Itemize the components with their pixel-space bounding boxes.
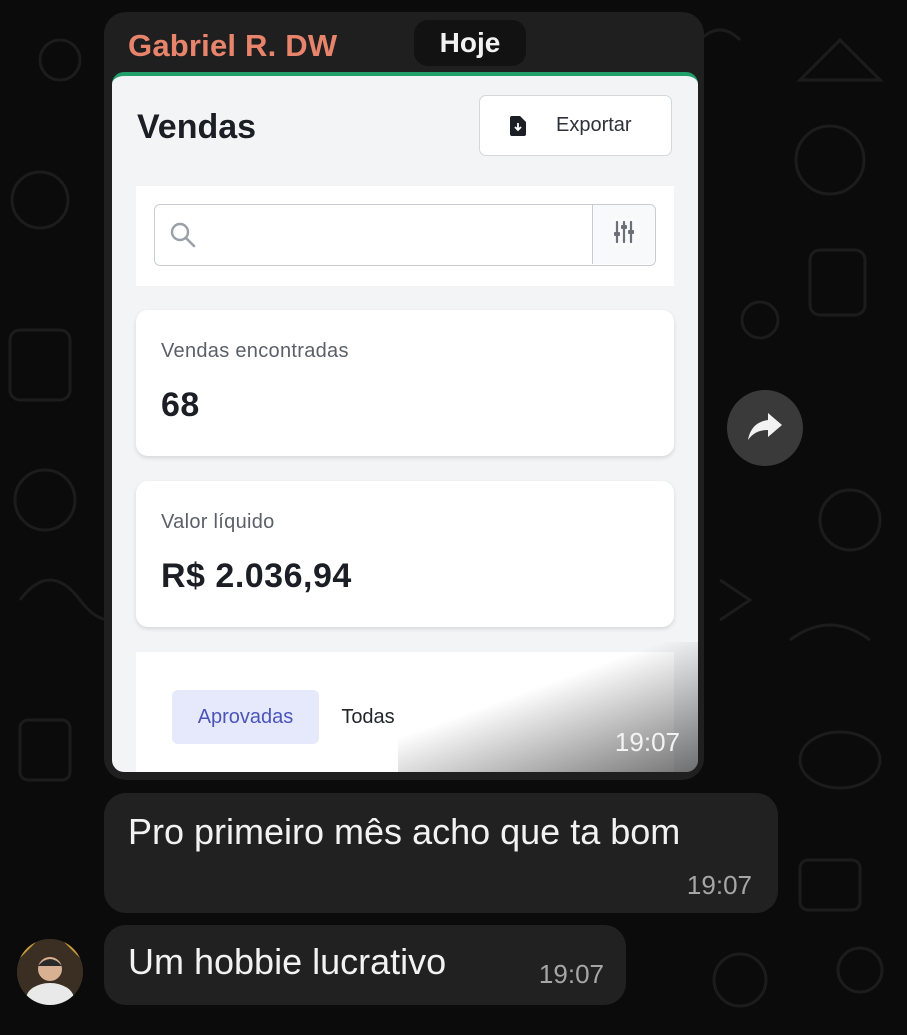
stat-label: Valor líquido bbox=[161, 511, 275, 533]
message-time: 19:07 bbox=[538, 959, 604, 989]
date-label: Hoje bbox=[414, 20, 526, 66]
message-text: Um hobbie lucrativo bbox=[128, 941, 447, 982]
avatar[interactable] bbox=[17, 939, 83, 1005]
filter-button[interactable] bbox=[592, 205, 655, 264]
filter-sliders-icon bbox=[611, 219, 637, 250]
stat-value: R$ 2.036,94 bbox=[161, 557, 352, 595]
forward-button[interactable] bbox=[727, 390, 803, 466]
search-icon bbox=[169, 221, 197, 249]
stat-label: Vendas encontradas bbox=[161, 340, 349, 362]
page-title: Vendas bbox=[137, 108, 257, 146]
message-text: Pro primeiro mês acho que ta bom bbox=[128, 811, 681, 852]
export-button[interactable]: Exportar bbox=[479, 95, 672, 156]
search-box[interactable] bbox=[154, 204, 656, 266]
search-input[interactable] bbox=[207, 215, 591, 257]
tab-all[interactable]: Todas bbox=[328, 690, 408, 744]
stat-card-sales-found: Vendas encontradas 68 bbox=[136, 310, 674, 456]
export-label: Exportar bbox=[556, 114, 632, 136]
search-panel bbox=[136, 186, 674, 286]
forward-arrow-icon bbox=[747, 411, 783, 446]
message-time: 19:07 bbox=[686, 870, 752, 900]
stat-value: 68 bbox=[161, 386, 200, 424]
stat-card-net-value: Valor líquido R$ 2.036,94 bbox=[136, 481, 674, 627]
sender-name[interactable]: Gabriel R. DW bbox=[128, 28, 337, 64]
export-file-icon bbox=[510, 115, 526, 136]
tab-approved[interactable]: Aprovadas bbox=[172, 690, 319, 744]
message-time: 19:07 bbox=[614, 727, 680, 757]
sales-screenshot[interactable]: Vendas Exportar Vendas encontradas 68 Va… bbox=[112, 72, 698, 772]
text-message[interactable]: Pro primeiro mês acho que ta bom 19:07 bbox=[104, 793, 778, 913]
forwarded-image-message[interactable]: Gabriel R. DW Hoje Vendas Exportar Venda… bbox=[104, 12, 704, 780]
text-message[interactable]: Um hobbie lucrativo 19:07 bbox=[104, 925, 626, 1005]
